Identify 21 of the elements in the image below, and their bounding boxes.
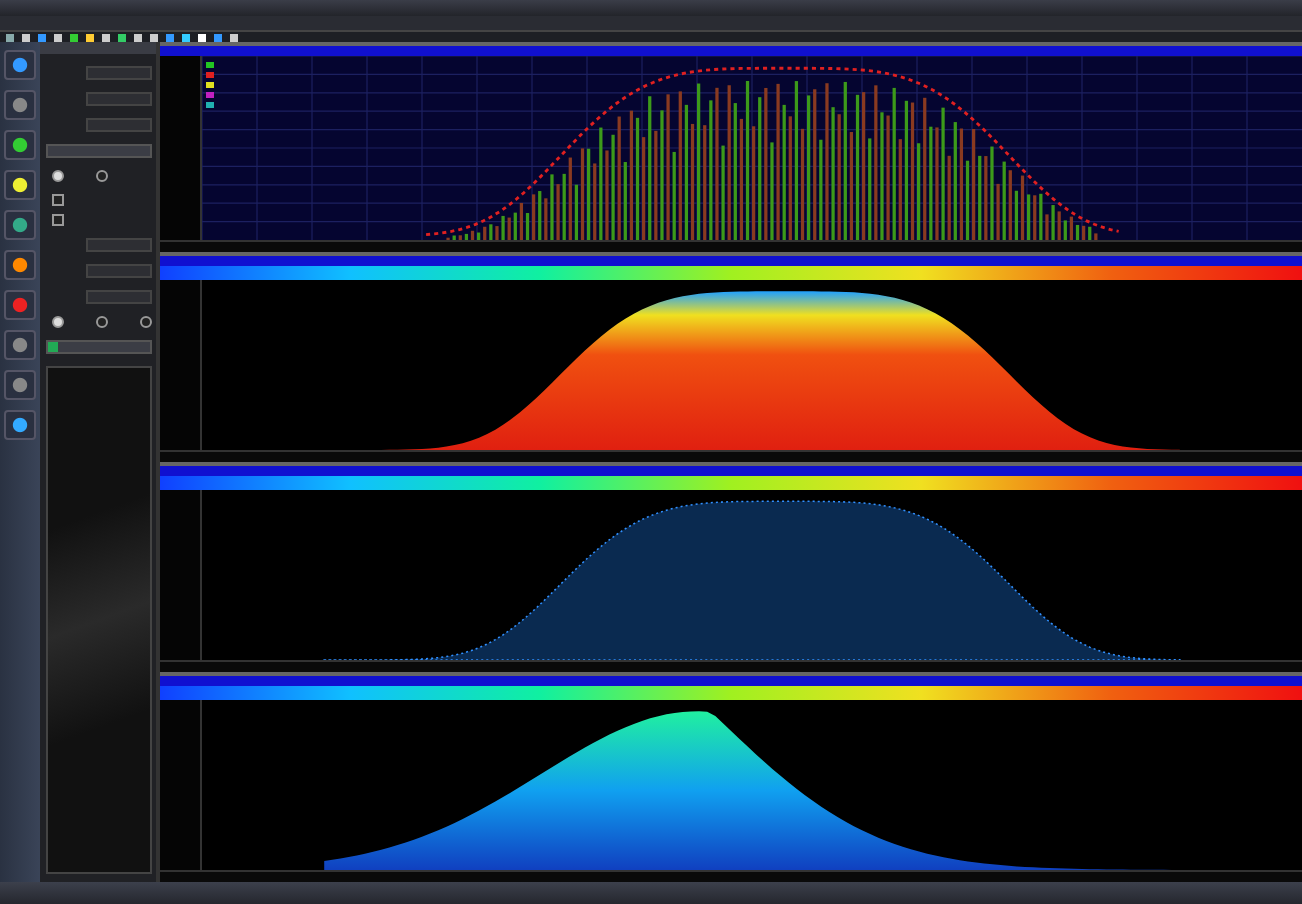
- tool-icon[interactable]: [4, 410, 36, 440]
- radio-button[interactable]: [52, 170, 64, 182]
- tool-icon[interactable]: [4, 250, 36, 280]
- input-field[interactable]: [86, 238, 152, 252]
- tool-icon[interactable]: [4, 210, 36, 240]
- input-field[interactable]: [86, 290, 152, 304]
- input-field[interactable]: [86, 92, 152, 106]
- tool-icon[interactable]: [4, 170, 36, 200]
- panel-header: [40, 42, 156, 54]
- input-field[interactable]: [86, 264, 152, 278]
- checkbox[interactable]: [52, 214, 64, 226]
- tool-icon[interactable]: [4, 130, 36, 160]
- tool-icon[interactable]: [4, 50, 36, 80]
- radio-button[interactable]: [96, 316, 108, 328]
- radio-button[interactable]: [140, 316, 152, 328]
- input-field[interactable]: [86, 66, 152, 80]
- radio-button[interactable]: [96, 170, 108, 182]
- input-field[interactable]: [86, 118, 152, 132]
- checkbox[interactable]: [52, 194, 64, 206]
- radio-button[interactable]: [52, 316, 64, 328]
- panel-button[interactable]: [46, 340, 152, 354]
